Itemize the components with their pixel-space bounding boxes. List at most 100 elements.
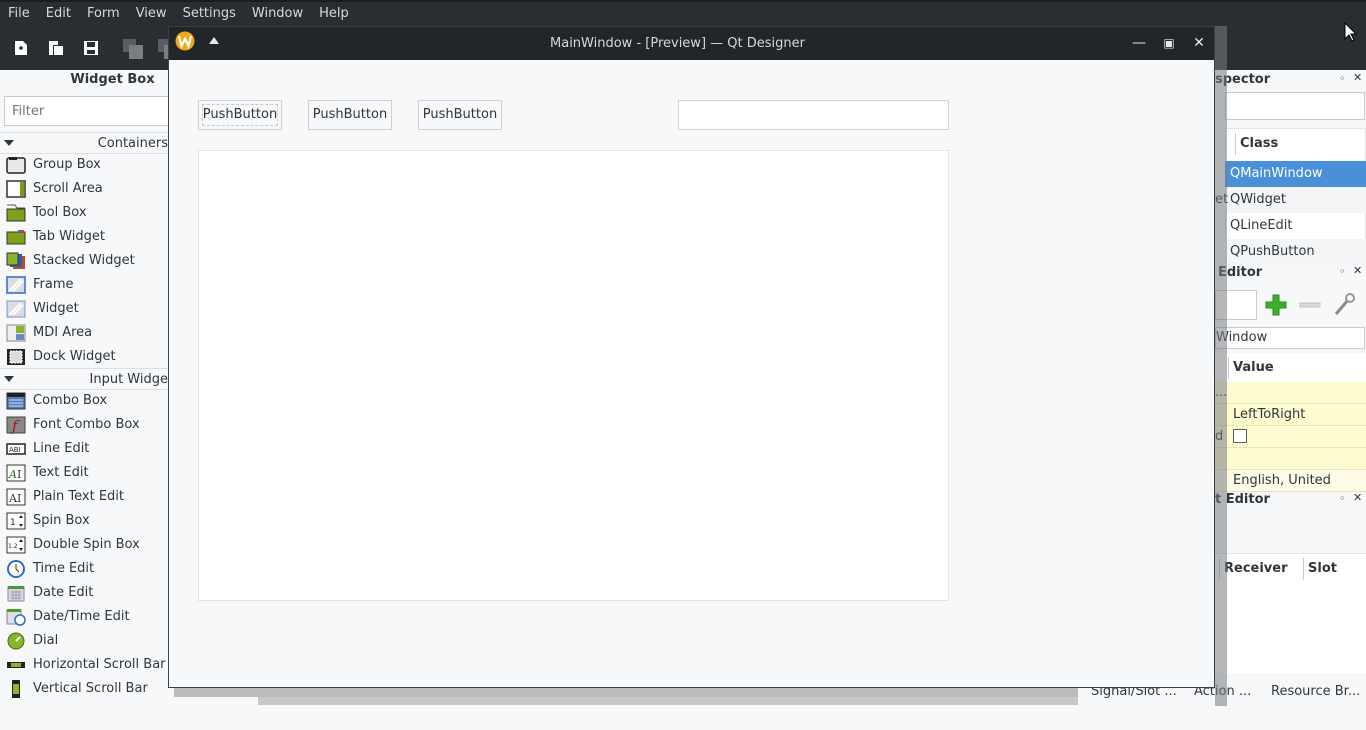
line-edit-icon: ABI (6, 443, 26, 455)
push-button-3[interactable]: PushButton (418, 100, 502, 130)
frame-icon (6, 276, 26, 294)
property-row[interactable] (1215, 448, 1366, 470)
widget-item-spin-box[interactable]: 1 Spin Box (0, 509, 168, 533)
property-row[interactable]: d (1215, 426, 1366, 448)
float-dock-icon[interactable]: ◦ (1339, 72, 1346, 85)
property-header: Value (1215, 353, 1366, 383)
spin-box-icon: 1 (6, 512, 26, 530)
widget-item-tab-widget[interactable]: Tab Widget (0, 225, 168, 249)
menu-help[interactable]: Help (311, 3, 357, 25)
category-input-widgets[interactable]: Input Widge (0, 368, 168, 390)
right-dock-area: spector ◦ ✕ Class QMainWindow etQWidget … (1215, 70, 1366, 706)
slot-header[interactable]: Slot (1308, 561, 1337, 576)
save-form-icon[interactable] (83, 40, 99, 56)
widget-item-combo-box[interactable]: Combo Box (0, 389, 168, 413)
tree-row[interactable]: QLineEdit (1225, 213, 1366, 239)
open-form-icon[interactable] (48, 40, 64, 56)
push-button-1[interactable]: PushButton (198, 100, 282, 130)
dial-icon (7, 632, 25, 650)
property-row[interactable]: LeftToRight (1215, 404, 1366, 426)
push-button-2[interactable]: PushButton (308, 100, 392, 130)
widget-item-time-edit[interactable]: Time Edit (0, 557, 168, 581)
scroll-area-icon (6, 180, 26, 198)
close-dock-icon[interactable]: ✕ (1353, 71, 1362, 84)
mdi-area-icon (6, 324, 26, 342)
widget-item-line-edit[interactable]: ABI Line Edit (0, 437, 168, 461)
font-combo-box-icon: f (6, 416, 26, 434)
minimize-icon[interactable]: — (1131, 35, 1147, 51)
receiver-header[interactable]: Receiver (1224, 561, 1288, 576)
widget-item-vertical-scroll-bar[interactable]: Vertical Scroll Bar (0, 677, 168, 701)
float-dock-icon[interactable]: ◦ (1339, 492, 1346, 505)
preview-line-edit[interactable] (678, 100, 949, 130)
datetime-edit-icon (6, 609, 26, 626)
widget-filter-input[interactable] (4, 96, 168, 126)
widget-item-scroll-area[interactable]: Scroll Area (0, 177, 168, 201)
property-row[interactable]: English, United Sta... (1215, 470, 1366, 510)
widget-item-dock-widget[interactable]: Dock Widget (0, 345, 168, 369)
widget-item-group-box[interactable]: Group Box (0, 153, 168, 177)
svg-text:1: 1 (10, 518, 16, 528)
widget-item-widget[interactable]: Widget (0, 297, 168, 321)
horizontal-scrollbar[interactable] (174, 687, 1078, 697)
widget-item-horizontal-scroll-bar[interactable]: Horizontal Scroll Bar (0, 653, 168, 677)
mouse-cursor-icon (1344, 22, 1358, 42)
widget-item-datetime-edit[interactable]: Date/Time Edit (0, 605, 168, 629)
class-header[interactable]: Class (1240, 136, 1278, 151)
widget-item-double-spin-box[interactable]: 1.2 Double Spin Box (0, 533, 168, 557)
collapse-arrow-icon (4, 140, 14, 146)
preview-titlebar[interactable]: MainWindow - [Preview] — Qt Designer — ▣… (169, 27, 1214, 60)
menu-settings[interactable]: Settings (175, 3, 244, 25)
menu-form[interactable]: Form (79, 3, 128, 25)
tab-resource-browser[interactable]: Resource Br... (1271, 684, 1360, 699)
dock-widget-icon (7, 349, 25, 365)
menu-view[interactable]: View (128, 3, 175, 25)
widget-item-stacked-widget[interactable]: Stacked Widget (0, 249, 168, 273)
configure-wrench-icon[interactable] (1333, 293, 1355, 317)
close-icon[interactable]: ✕ (1191, 35, 1207, 51)
preview-window: MainWindow - [Preview] — Qt Designer — ▣… (168, 26, 1215, 688)
collapse-arrow-icon (4, 376, 14, 382)
property-checkbox[interactable] (1233, 429, 1247, 443)
widget-item-font-combo-box[interactable]: f Font Combo Box (0, 413, 168, 437)
horizontal-scrollbar-track[interactable] (258, 697, 1078, 705)
text-edit-icon: AI (6, 464, 26, 482)
widget-item-frame[interactable]: Frame (0, 273, 168, 297)
cascade-windows-icon[interactable] (122, 38, 144, 60)
new-form-icon[interactable] (13, 40, 29, 56)
widget-item-dial[interactable]: Dial (0, 629, 168, 653)
preview-central-area[interactable] (198, 150, 949, 601)
connections-table: Receiver Slot (1215, 553, 1366, 673)
menu-edit[interactable]: Edit (38, 3, 79, 25)
remove-property-icon[interactable] (1299, 302, 1321, 308)
vertical-scroll-bar-icon (12, 680, 20, 698)
close-dock-icon[interactable]: ✕ (1353, 264, 1362, 277)
svg-text:AI: AI (8, 492, 21, 505)
widget-item-mdi-area[interactable]: MDI Area (0, 321, 168, 345)
signal-slot-editor-title: t Editor (1215, 492, 1335, 507)
category-containers[interactable]: Containers (0, 132, 168, 154)
svg-text:ABI: ABI (9, 446, 21, 454)
maximize-icon[interactable]: ▣ (1161, 35, 1177, 51)
widget-item-plain-text-edit[interactable]: AI Plain Text Edit (0, 485, 168, 509)
float-dock-icon[interactable]: ◦ (1339, 265, 1346, 278)
widget-item-tool-box[interactable]: Tool Box (0, 201, 168, 225)
widget-item-text-edit[interactable]: AI Text Edit (0, 461, 168, 485)
tree-row[interactable]: QPushButton (1225, 239, 1366, 265)
svg-text:1.2: 1.2 (8, 543, 18, 550)
group-box-icon (6, 157, 26, 174)
double-spin-box-icon: 1.2 (6, 536, 26, 554)
tree-row[interactable]: etQWidget (1215, 187, 1366, 213)
window-shadow (1215, 26, 1227, 706)
menu-window[interactable]: Window (244, 3, 311, 25)
add-property-icon[interactable] (1265, 294, 1287, 316)
close-dock-icon[interactable]: ✕ (1353, 491, 1362, 504)
svg-text:A: A (8, 468, 17, 481)
tool-box-icon (6, 204, 26, 222)
widget-item-date-edit[interactable]: Date Edit (0, 581, 168, 605)
date-edit-icon (7, 586, 25, 602)
tree-row-selected[interactable]: QMainWindow (1225, 161, 1366, 187)
object-filter-input[interactable] (1225, 92, 1365, 120)
property-row[interactable]: ... (1215, 382, 1366, 404)
menu-file[interactable]: File (0, 3, 38, 25)
